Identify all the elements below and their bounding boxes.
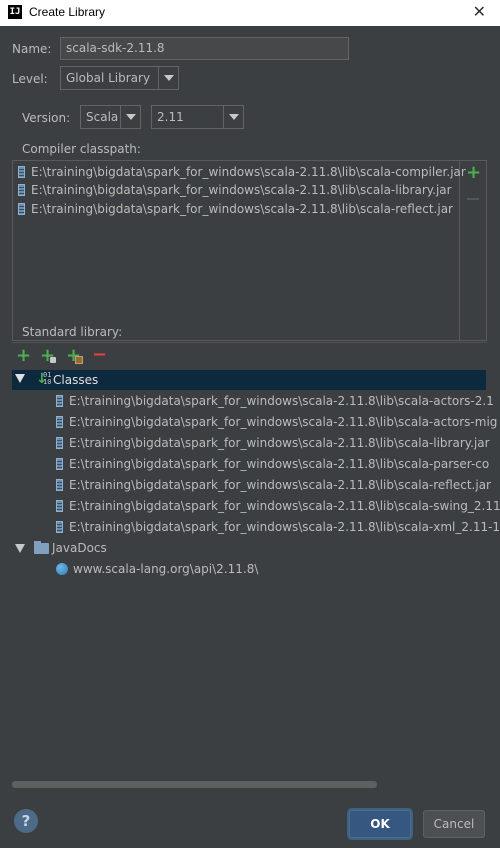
list-item[interactable]: E:\training\bigdata\spark_for_windows\sc… <box>18 180 452 200</box>
add-jar-icon[interactable]: + <box>40 347 60 366</box>
level-select-value: Global Library <box>66 71 151 85</box>
chevron-down-icon[interactable] <box>223 106 243 128</box>
tree-item[interactable]: E:\training\bigdata\spark_for_windows\sc… <box>56 496 500 516</box>
folder-tab <box>34 541 41 544</box>
standard-library-tree[interactable]: ↓ 01 10 Classes E:\training\bigdata\spark… <box>12 368 500 780</box>
binary-icon: 01 10 <box>43 371 52 386</box>
standard-library-label: Standard library: <box>22 325 123 339</box>
divider <box>12 342 487 343</box>
level-label: Level: <box>12 72 48 86</box>
jar-icon <box>56 479 63 491</box>
title-bar: IJ Create Library ✕ <box>0 0 500 26</box>
version-type-value: Scala <box>86 110 119 124</box>
list-item[interactable]: E:\training\bigdata\spark_for_windows\sc… <box>18 162 466 182</box>
add-icon[interactable]: + <box>466 164 481 182</box>
tree-item[interactable]: www.scala-lang.org\api\2.11.8\ <box>56 559 258 579</box>
folder-icon <box>34 543 49 554</box>
toolbar-divider <box>459 161 460 340</box>
jar-icon <box>56 395 63 407</box>
expand-arrow-icon[interactable] <box>15 374 25 383</box>
tree-item-label: E:\training\bigdata\spark_for_windows\sc… <box>69 394 494 408</box>
jar-icon <box>56 437 63 449</box>
app-logo-icon: IJ <box>8 5 22 19</box>
list-item-label: E:\training\bigdata\spark_for_windows\sc… <box>31 165 466 179</box>
add-icon[interactable]: + <box>16 347 31 365</box>
version-number-value: 2.11 <box>157 110 184 124</box>
tree-item-label: E:\training\bigdata\spark_for_windows\sc… <box>69 436 490 450</box>
jar-icon <box>56 416 63 428</box>
jar-icon <box>18 184 25 196</box>
compiler-classpath-list[interactable]: E:\training\bigdata\spark_for_windows\sc… <box>12 160 487 341</box>
list-item[interactable]: E:\training\bigdata\spark_for_windows\sc… <box>18 199 453 219</box>
chevron-down-icon[interactable] <box>120 106 140 128</box>
tree-item-label: E:\training\bigdata\spark_for_windows\sc… <box>69 415 498 429</box>
close-icon[interactable]: ✕ <box>473 2 486 21</box>
tree-item-label: E:\training\bigdata\spark_for_windows\sc… <box>69 520 500 534</box>
remove-icon <box>467 198 479 200</box>
list-item-label: E:\training\bigdata\spark_for_windows\sc… <box>31 202 453 216</box>
add-url-icon[interactable]: + <box>66 347 88 366</box>
version-number-select[interactable]: 2.11 <box>151 105 244 129</box>
compiler-classpath-label: Compiler classpath: <box>22 142 141 156</box>
jar-icon <box>18 203 25 215</box>
tree-item[interactable]: E:\training\bigdata\spark_for_windows\sc… <box>56 475 491 495</box>
tree-item[interactable]: E:\training\bigdata\spark_for_windows\sc… <box>56 454 489 474</box>
tree-item[interactable]: E:\training\bigdata\spark_for_windows\sc… <box>56 391 494 411</box>
classes-label: Classes <box>53 373 99 387</box>
globe-icon <box>56 563 68 575</box>
chevron-down-icon[interactable] <box>158 67 178 89</box>
level-select[interactable]: Global Library <box>60 66 179 90</box>
help-icon[interactable]: ? <box>14 809 38 833</box>
window-title: Create Library <box>29 5 106 19</box>
jar-icon <box>56 521 63 533</box>
javadocs-label: JavaDocs <box>52 541 107 555</box>
remove-icon[interactable]: − <box>92 346 107 364</box>
jar-icon <box>18 166 25 178</box>
horizontal-scrollbar[interactable] <box>12 781 377 788</box>
version-label: Version: <box>22 111 71 125</box>
name-label: Name: <box>12 42 52 56</box>
tree-item[interactable]: E:\training\bigdata\spark_for_windows\sc… <box>56 517 500 537</box>
expand-arrow-icon[interactable] <box>15 544 25 553</box>
tree-row-javadocs[interactable]: JavaDocs <box>12 538 486 558</box>
tree-item[interactable]: E:\training\bigdata\spark_for_windows\sc… <box>56 433 490 453</box>
jar-icon <box>56 458 63 470</box>
tree-item-label: E:\training\bigdata\spark_for_windows\sc… <box>69 457 490 471</box>
list-item-label: E:\training\bigdata\spark_for_windows\sc… <box>31 183 452 197</box>
name-field[interactable]: scala-sdk-2.11.8 <box>60 37 349 60</box>
tree-row-selected[interactable]: ↓ 01 10 Classes <box>12 370 486 390</box>
tree-item[interactable]: E:\training\bigdata\spark_for_windows\sc… <box>56 412 497 432</box>
tree-item-label: www.scala-lang.org\api\2.11.8\ <box>73 562 259 576</box>
version-type-select[interactable]: Scala <box>80 105 141 129</box>
ok-button[interactable]: OK <box>349 810 411 838</box>
tree-item-label: E:\training\bigdata\spark_for_windows\sc… <box>69 478 491 492</box>
jar-icon <box>56 500 63 512</box>
cancel-button[interactable]: Cancel <box>423 810 485 838</box>
tree-item-label: E:\training\bigdata\spark_for_windows\sc… <box>69 499 500 513</box>
